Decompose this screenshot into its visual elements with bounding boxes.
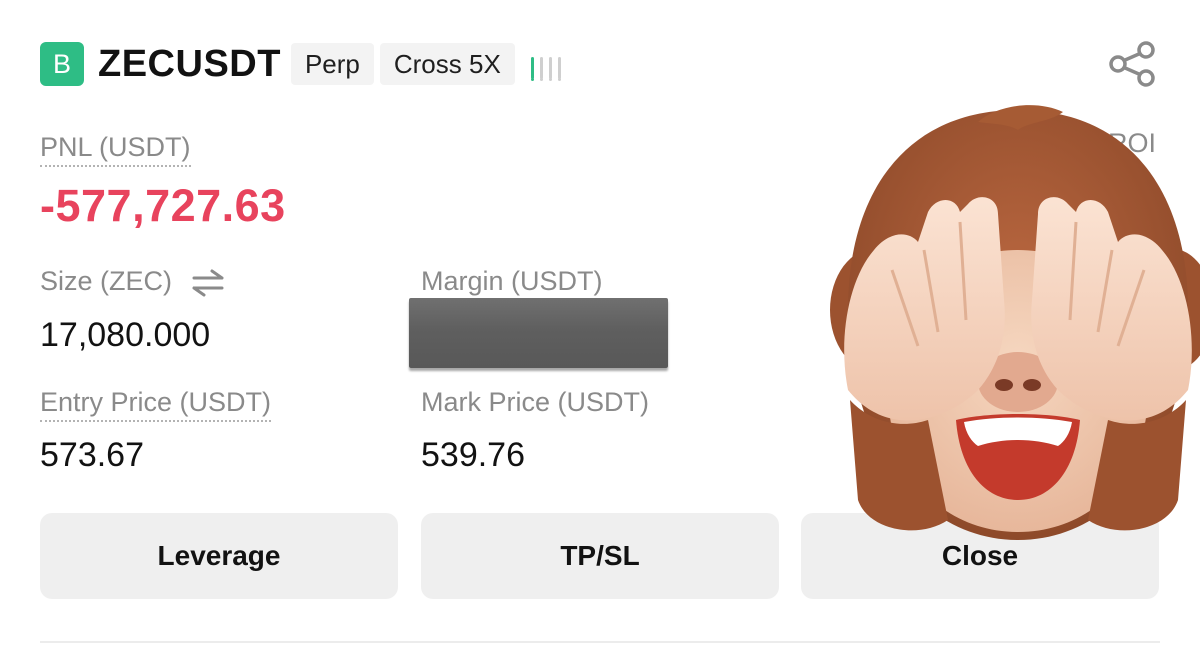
entry-price-label[interactable]: Entry Price (USDT)	[40, 387, 272, 422]
leverage-button[interactable]: Leverage	[40, 513, 398, 599]
pnl-value: -577,727.63	[40, 180, 286, 231]
risk-bar	[539, 57, 543, 81]
size-label-row: Size (ZEC)	[40, 266, 226, 297]
size-label: Size (ZEC)	[40, 266, 173, 296]
mark-price-label: Mark Price (USDT)	[421, 387, 649, 417]
tpsl-button[interactable]: TP/SL	[421, 513, 779, 599]
risk-level-indicator	[530, 49, 561, 81]
swap-arrows-icon[interactable]	[190, 269, 226, 297]
position-header: B ZECUSDT Perp Cross 5X	[40, 42, 561, 86]
mark-price-value: 539.76	[421, 436, 525, 474]
share-icon[interactable]	[1106, 40, 1158, 88]
divider	[40, 641, 1160, 643]
position-card: B ZECUSDT Perp Cross 5X PNL (USDT) -577,…	[0, 0, 1200, 668]
risk-bar	[557, 57, 561, 81]
contract-type-tag: Perp	[290, 43, 374, 85]
entry-price-value: 573.67	[40, 436, 144, 474]
risk-bar	[530, 57, 534, 81]
margin-label: Margin (USDT)	[421, 266, 603, 296]
margin-mode-tag[interactable]: Cross 5X	[379, 43, 515, 85]
symbol-title[interactable]: ZECUSDT	[98, 43, 281, 86]
side-badge: B	[40, 42, 84, 86]
size-value: 17,080.000	[40, 316, 211, 354]
pnl-label[interactable]: PNL (USDT)	[40, 132, 191, 167]
see-no-evil-monkey-emoji	[830, 105, 1200, 540]
risk-bar	[548, 57, 552, 81]
redacted-margin-value	[409, 298, 668, 368]
